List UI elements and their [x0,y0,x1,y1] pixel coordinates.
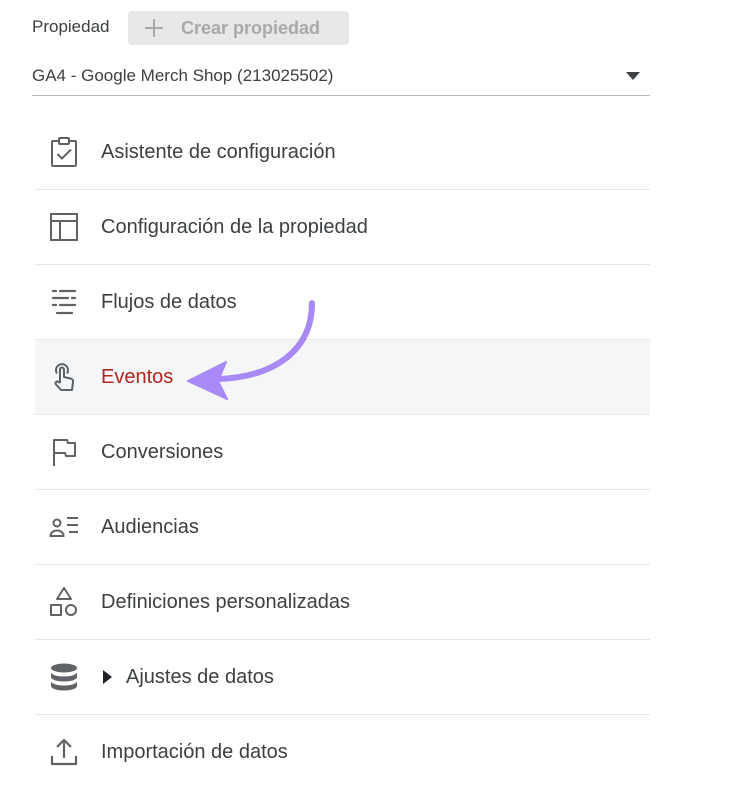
menu-item-setup-assistant[interactable]: Asistente de configuración [35,115,650,190]
menu-item-label: Eventos [101,365,174,388]
create-property-label: Crear propiedad [181,17,321,38]
expand-arrow-icon[interactable] [101,669,113,685]
menu-item-data-streams[interactable]: Flujos de datos [35,265,650,340]
menu-item-data-settings[interactable]: Ajustes de datos [35,640,650,715]
menu-item-label: Importación de datos [101,740,288,763]
plus-icon [145,19,163,37]
create-property-button[interactable]: Crear propiedad [128,11,349,45]
menu-item-label: Configuración de la propiedad [101,215,368,238]
menu-item-property-settings[interactable]: Configuración de la propiedad [35,190,650,265]
property-select-value: GA4 - Google Merch Shop (213025502) [32,66,334,85]
menu-item-label: Conversiones [101,440,224,463]
dropdown-caret-icon [626,72,640,80]
data-streams-icon [48,286,80,318]
property-label: Propiedad [32,17,110,36]
menu-item-label: Ajustes de datos [126,665,274,688]
upload-icon [48,736,80,768]
database-icon [48,661,80,693]
annotation-arrow [187,300,315,400]
touch-hand-icon [48,361,80,393]
menu-item-custom-definitions[interactable]: Definiciones personalizadas [35,565,650,640]
menu-item-events[interactable]: Eventos [35,340,650,415]
property-select[interactable]: GA4 - Google Merch Shop (213025502) [32,58,650,96]
property-menu: Asistente de configuración Configuración… [35,115,650,789]
flag-icon [48,436,80,468]
menu-item-conversions[interactable]: Conversiones [35,415,650,490]
menu-item-label: Audiencias [101,515,199,538]
clipboard-check-icon [48,136,80,168]
menu-item-label: Asistente de configuración [101,140,336,163]
menu-item-data-import[interactable]: Importación de datos [35,715,650,789]
menu-item-label: Definiciones personalizadas [101,590,351,613]
audience-list-icon [48,511,80,543]
layout-panel-icon [48,211,80,243]
menu-item-audiences[interactable]: Audiencias [35,490,650,565]
shapes-icon [48,586,80,618]
property-header: Propiedad Crear propiedad [32,11,652,45]
